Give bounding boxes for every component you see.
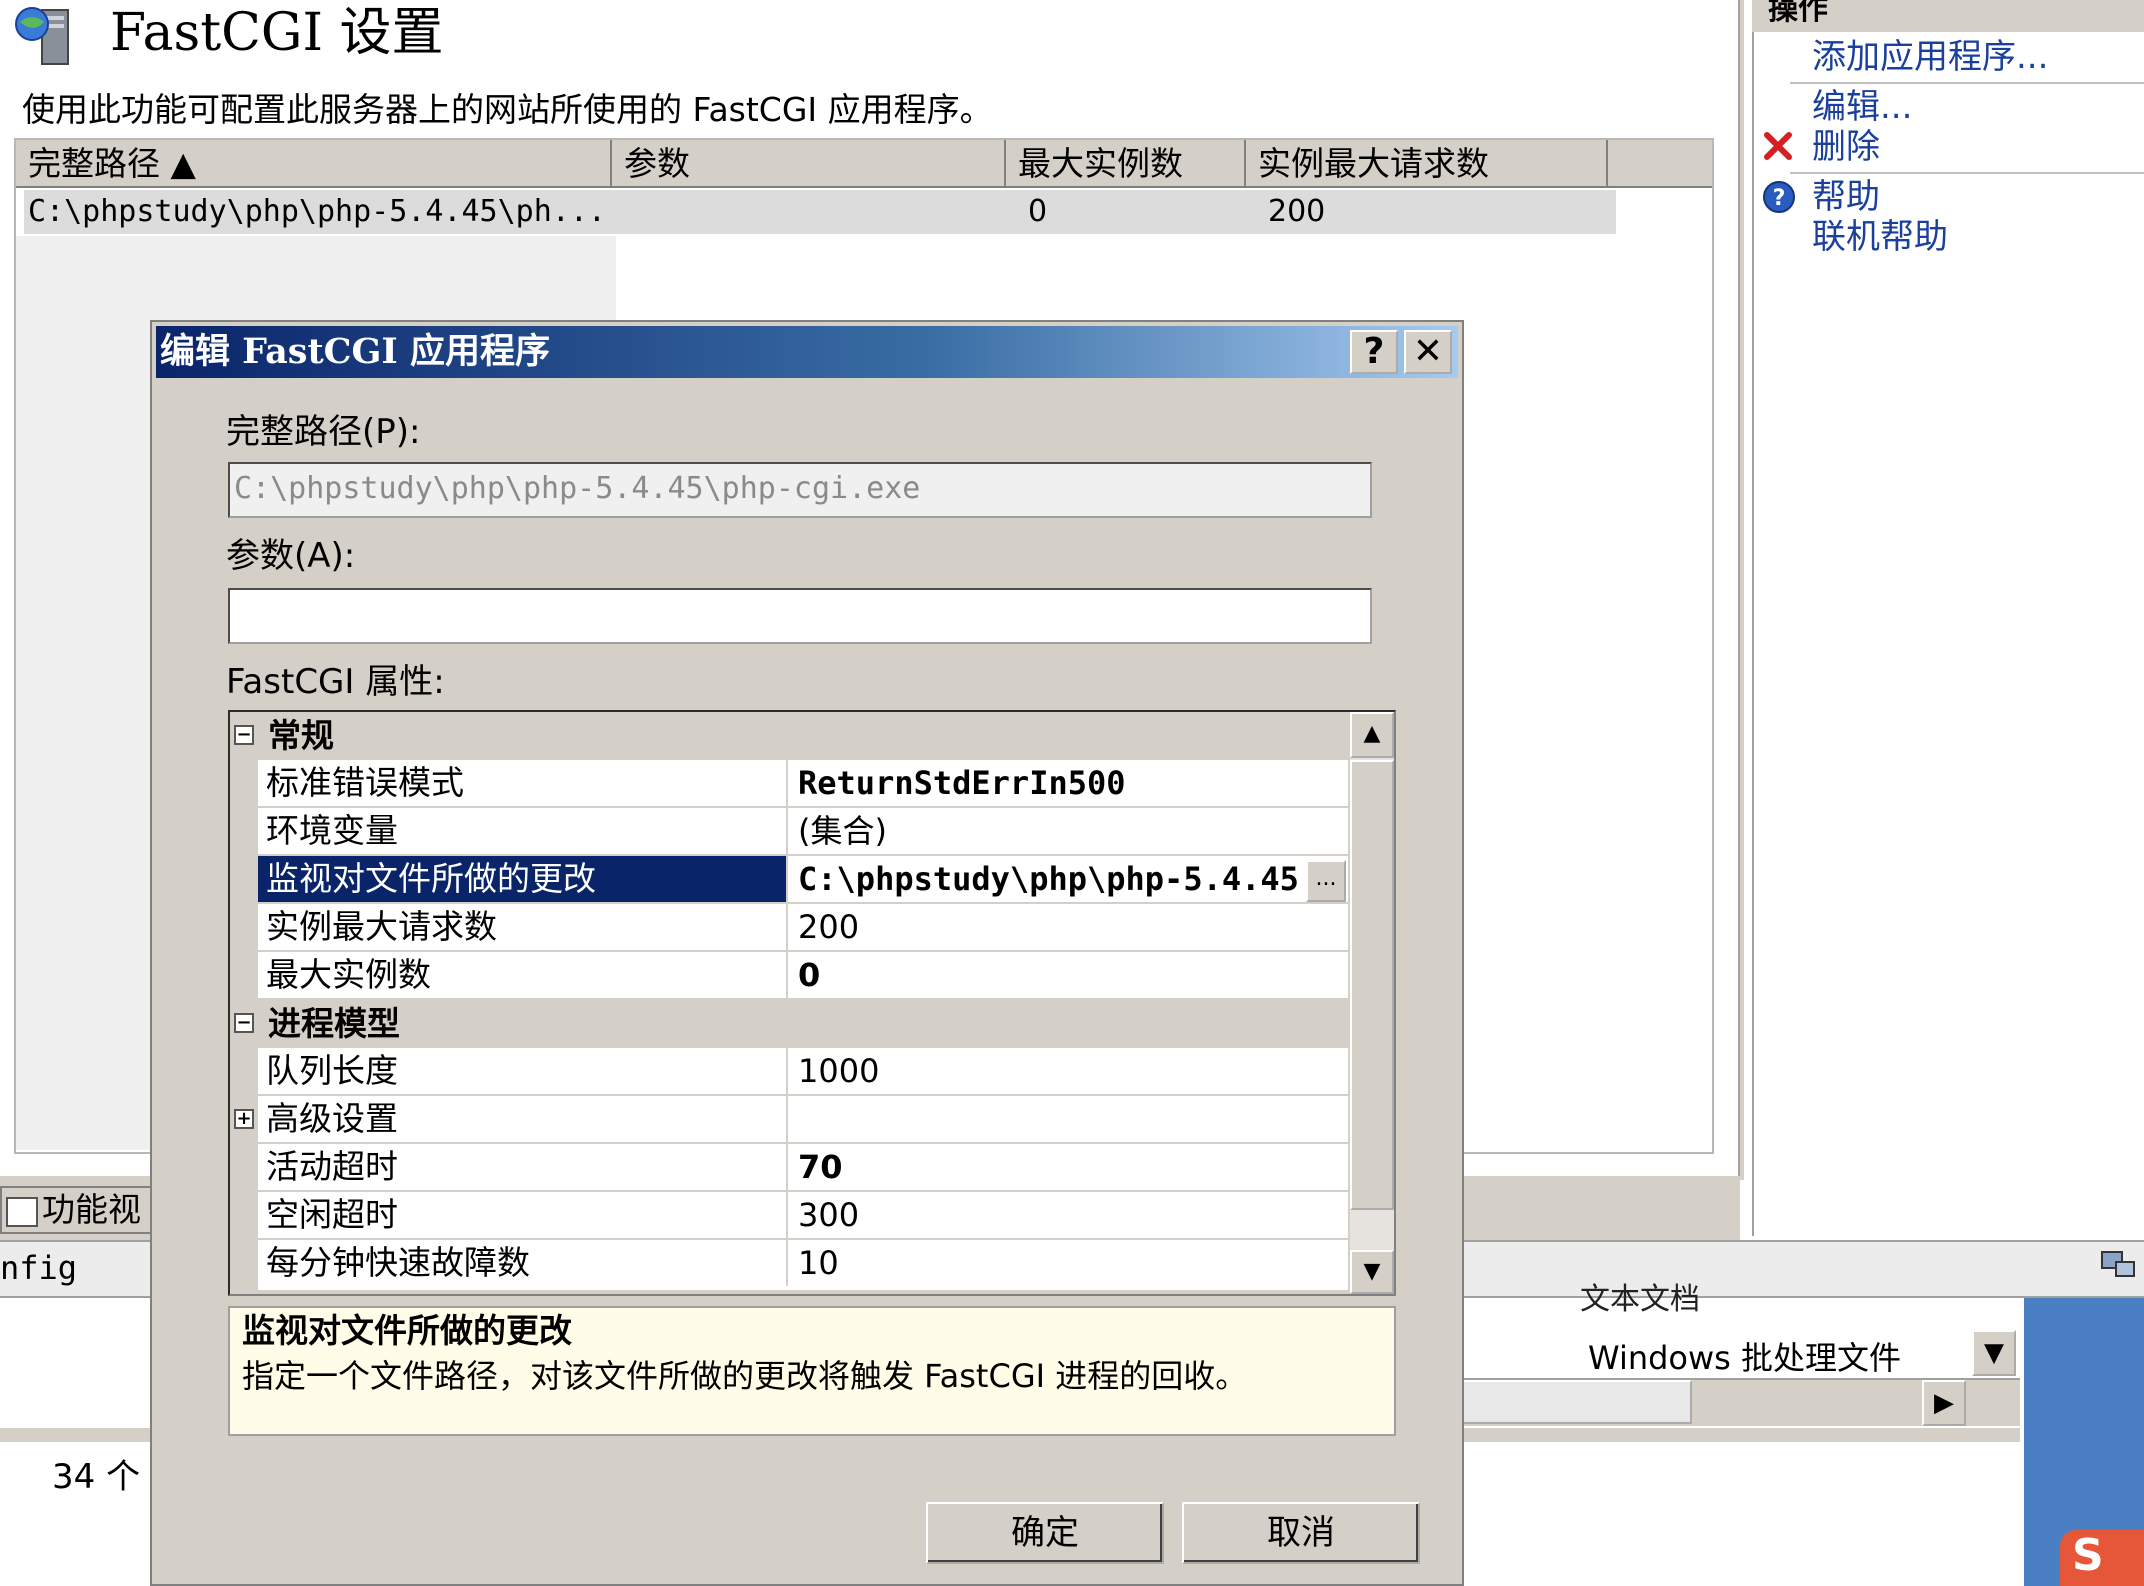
page-title: FastCGI 设置 (110, 3, 444, 63)
sogou-ime-icon[interactable]: S (2060, 1530, 2144, 1586)
property-name: 活动超时 (258, 1144, 788, 1190)
page-description: 使用此功能可配置此服务器上的网站所使用的 FastCGI 应用程序。 (22, 90, 993, 129)
help-button[interactable]: ? (1350, 330, 1398, 374)
property-row[interactable]: 空闲超时 300 (258, 1192, 1348, 1240)
actions-pane (1752, 0, 2144, 1236)
add-application-link[interactable]: 添加应用程序... (1812, 34, 2048, 80)
property-value: 10 (798, 1244, 839, 1282)
property-row[interactable]: 环境变量 (集合) (258, 808, 1348, 856)
scroll-down-button[interactable]: ▼ (1350, 1250, 1394, 1294)
property-row[interactable]: 活动超时 70 (258, 1144, 1348, 1192)
svg-text:?: ? (1773, 186, 1786, 211)
property-value: 1000 (798, 1052, 880, 1090)
close-button[interactable]: ✕ (1404, 330, 1452, 374)
scroll-up-button[interactable]: ▲ (1350, 712, 1394, 758)
property-row[interactable]: 最大实例数 0 (258, 952, 1348, 1000)
property-name: 每分钟快速故障数 (258, 1240, 788, 1286)
scroll-thumb[interactable] (1350, 760, 1394, 1210)
table-row[interactable]: C:\phpstudy\php\php-5.4.45\ph... 0 200 (24, 190, 1616, 234)
list-header: 完整路径 ▲ 参数 最大实例数 实例最大请求数 (16, 140, 1712, 188)
property-name: 监视对文件所做的更改 (258, 856, 788, 902)
property-value[interactable]: C:\phpstudy\php\php-5.4.45 (790, 856, 1300, 902)
description-text: 指定一个文件路径，对该文件所做的更改将触发 FastCGI 进程的回收。 (242, 1357, 1248, 1395)
expand-icon[interactable]: + (234, 1109, 254, 1129)
row-max-instances: 0 (1028, 194, 1048, 229)
tab-features-view[interactable]: 功能视 (0, 1186, 160, 1234)
file-type-partial: 文本文档 (1580, 1282, 1700, 1317)
column-header-max-requests[interactable]: 实例最大请求数 (1246, 140, 1608, 188)
category-general-label: 常规 (268, 716, 334, 755)
online-help-link[interactable]: 联机帮助 (1812, 214, 1948, 260)
property-value: 200 (798, 908, 860, 946)
pane-splitter[interactable] (1738, 0, 1744, 1180)
property-row[interactable]: 实例最大请求数 200 (258, 904, 1348, 952)
property-name: 高级设置 (258, 1096, 788, 1142)
row-path: C:\phpstudy\php\php-5.4.45\ph... (28, 194, 606, 229)
server-globe-icon (12, 4, 84, 68)
property-value: 300 (798, 1196, 860, 1234)
ok-button[interactable]: 确定 (926, 1502, 1164, 1564)
category-general[interactable]: − 常规 (230, 712, 1348, 760)
status-config-text: nfig (0, 1249, 78, 1287)
property-row-selected[interactable]: 监视对文件所做的更改 C:\phpstudy\php\php-5.4.45 (258, 856, 1348, 904)
tab-features-label: 功能视 (42, 1190, 141, 1229)
property-name: 空闲超时 (258, 1192, 788, 1238)
args-label: 参数(A): (226, 536, 356, 576)
delete-link[interactable]: 删除 (1812, 124, 1880, 170)
path-label: 完整路径(P): (226, 412, 421, 452)
property-name: 标准错误模式 (258, 760, 788, 806)
property-value: ReturnStdErrIn500 (798, 764, 1126, 802)
property-value (790, 1096, 1346, 1142)
help-circle-icon: ? (1762, 180, 1796, 214)
property-value: 0 (798, 956, 821, 994)
property-name: 最大实例数 (258, 952, 788, 998)
collapse-icon[interactable]: − (234, 1013, 254, 1033)
property-row[interactable]: 高级设置 (258, 1096, 1348, 1144)
column-header-path[interactable]: 完整路径 ▲ (16, 140, 612, 188)
property-name: 实例最大请求数 (258, 904, 788, 950)
column-header-max-instances[interactable]: 最大实例数 (1006, 140, 1246, 188)
cancel-button[interactable]: 取消 (1182, 1502, 1420, 1564)
property-name: 环境变量 (258, 808, 788, 854)
args-input[interactable] (228, 588, 1372, 644)
collapse-icon[interactable]: − (234, 725, 254, 745)
dialog-title: 编辑 FastCGI 应用程序 (160, 331, 550, 372)
property-row[interactable]: 每分钟快速故障数 10 (258, 1240, 1348, 1292)
description-title: 监视对文件所做的更改 (242, 1311, 572, 1350)
property-value: 70 (798, 1148, 843, 1186)
horizontal-scroll-thumb[interactable] (1460, 1380, 1692, 1424)
property-value: (集合) (798, 812, 887, 850)
category-process-model[interactable]: − 进程模型 (230, 1000, 1348, 1048)
actions-header: 操作 (1752, 0, 2144, 32)
property-name: 队列长度 (258, 1048, 788, 1094)
row-max-requests: 200 (1268, 194, 1326, 229)
fastcgi-props-label: FastCGI 属性: (226, 662, 445, 702)
property-row[interactable]: 队列长度 1000 (258, 1048, 1348, 1096)
property-row[interactable]: 标准错误模式 ReturnStdErrIn500 (258, 760, 1348, 808)
red-x-icon (1762, 130, 1794, 162)
file-type-cell: Windows 批处理文件 (1588, 1339, 1902, 1377)
browse-ellipsis-button[interactable]: ... (1306, 860, 1346, 902)
item-count-text: 34 个 (52, 1457, 141, 1497)
category-process-model-label: 进程模型 (268, 1004, 400, 1043)
path-input[interactable]: C:\phpstudy\php\php-5.4.45\php-cgi.exe (228, 462, 1372, 518)
column-header-args[interactable]: 参数 (612, 140, 1006, 188)
features-view-icon (6, 1196, 38, 1227)
scroll-right-button[interactable]: ▶ (1922, 1380, 1966, 1426)
network-status-icon (2100, 1248, 2140, 1292)
file-list-scroll-down[interactable]: ▼ (1972, 1330, 2016, 1376)
